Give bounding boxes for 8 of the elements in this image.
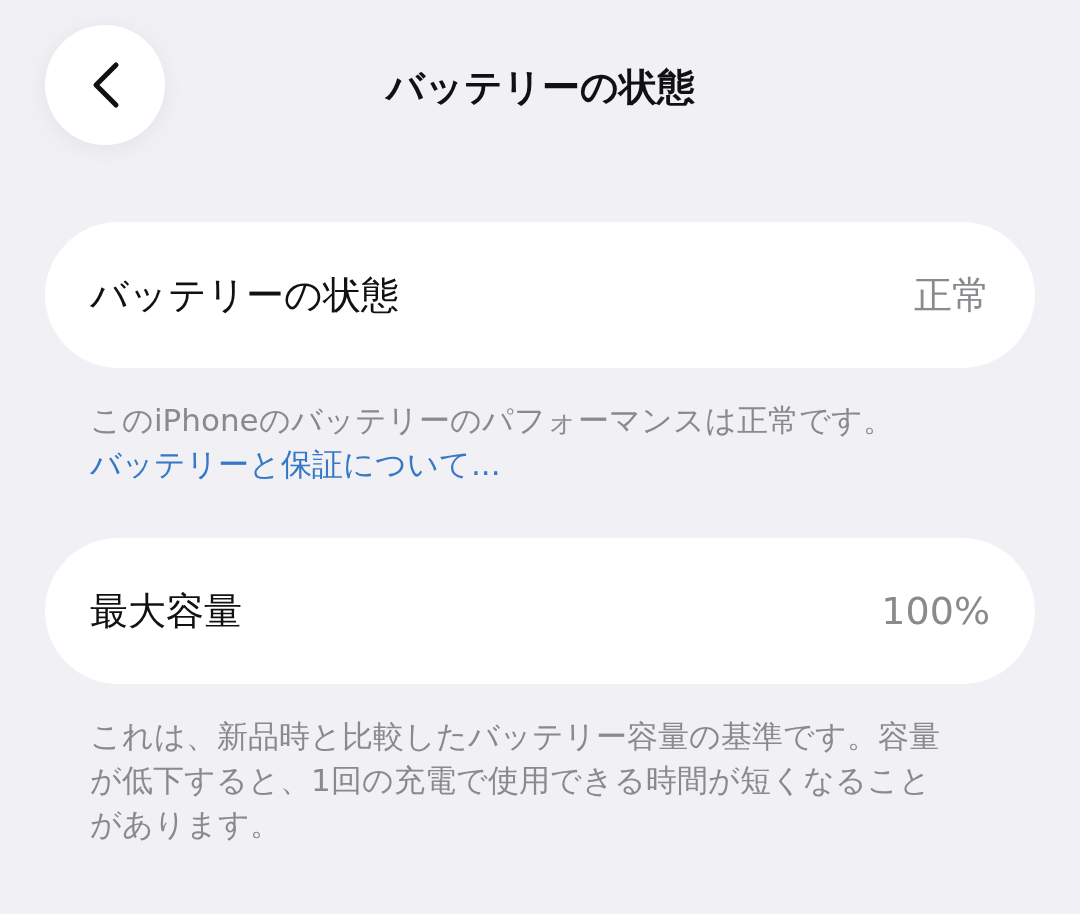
row-value: 正常 [914,271,990,319]
row-label: バッテリーの状態 [90,271,399,319]
page-title: バッテリーの状態 [384,64,696,111]
row-value: 100% [881,589,990,633]
row-label: 最大容量 [90,587,242,635]
info-link[interactable]: バッテリーと保証について... [90,442,501,486]
footer-text: このiPhoneのバッテリーのパフォーマンスは正常です。 [90,401,895,440]
footer-text: これは、新品時と比較したバッテリー容量の基準です。容量が低下すると、1回の充電で使用できる時間が短くなることがあります。 [90,717,941,844]
